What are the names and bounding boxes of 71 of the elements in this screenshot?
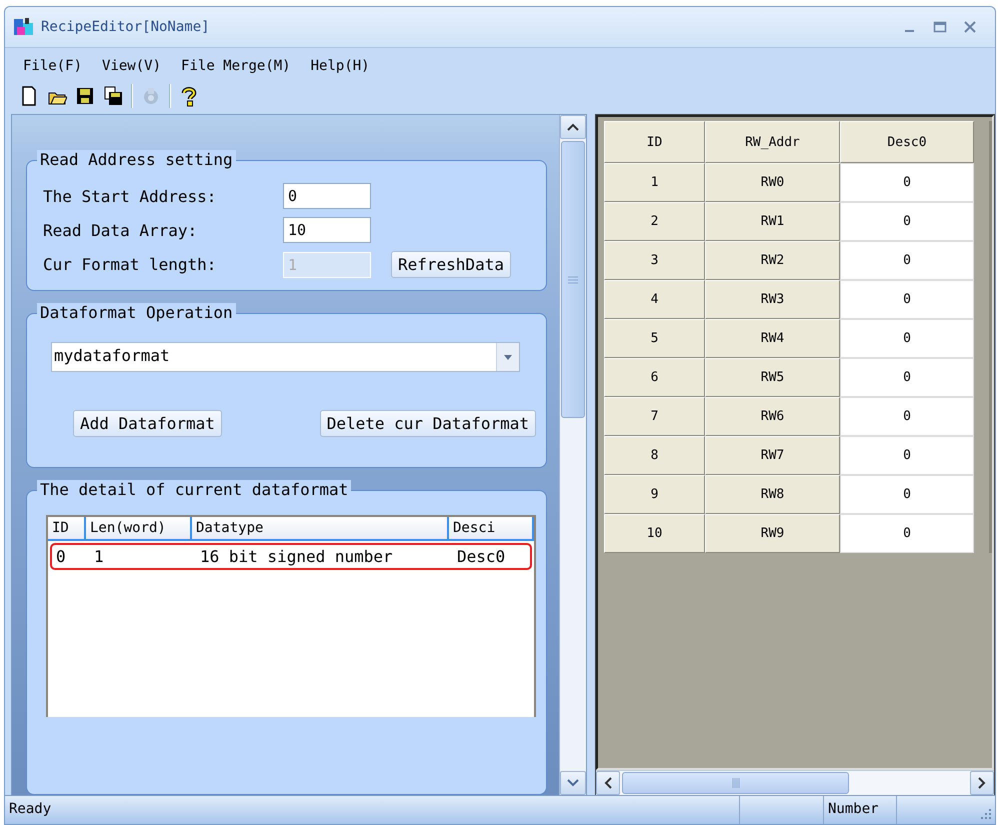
table-cell[interactable]: 0 bbox=[840, 397, 974, 436]
refresh-button[interactable]: RefreshData bbox=[391, 251, 511, 278]
table-cell: RW3 bbox=[705, 280, 840, 319]
table-cell: 8 bbox=[604, 436, 705, 475]
grip-icon bbox=[732, 778, 740, 788]
table-cell: 7 bbox=[604, 397, 705, 436]
table-cell: RW0 bbox=[705, 163, 840, 202]
field-label: The Start Address: bbox=[43, 186, 218, 206]
table-cell: RW8 bbox=[705, 475, 840, 514]
scroll-right-icon[interactable] bbox=[978, 777, 986, 789]
dropdown-arrow-icon[interactable] bbox=[504, 354, 512, 360]
table-cell[interactable]: 0 bbox=[840, 475, 974, 514]
scroll-thumb[interactable] bbox=[622, 772, 849, 794]
table-cell: RW6 bbox=[705, 397, 840, 436]
close-icon[interactable] bbox=[963, 20, 977, 34]
scroll-down-icon[interactable] bbox=[567, 779, 579, 787]
group-title: Dataformat Operation bbox=[37, 303, 236, 323]
input-field[interactable]: 0 bbox=[283, 183, 371, 209]
status-indicator: Number bbox=[823, 796, 896, 824]
menu-item[interactable]: View(V) bbox=[100, 56, 164, 76]
floppy-disks-icon[interactable] bbox=[103, 85, 123, 107]
scroll-up-icon[interactable] bbox=[567, 123, 579, 131]
dropdown[interactable]: mydataformat bbox=[51, 342, 520, 372]
table-cell: RW4 bbox=[705, 319, 840, 358]
table-cell: 2 bbox=[604, 202, 705, 241]
table-cell[interactable]: 0 bbox=[840, 436, 974, 475]
table-cell[interactable]: 0 bbox=[840, 358, 974, 397]
action-button[interactable]: Delete cur Dataformat bbox=[320, 410, 536, 437]
table-cell: RW7 bbox=[705, 436, 840, 475]
column-header[interactable]: Desci bbox=[449, 517, 534, 539]
table-cell: 6 bbox=[604, 358, 705, 397]
table-cell[interactable]: 0 bbox=[840, 163, 974, 202]
table-cell: 4 bbox=[604, 280, 705, 319]
column-header[interactable]: Datatype bbox=[192, 517, 449, 539]
scroll-left-icon[interactable] bbox=[604, 777, 612, 789]
scroll-thumb[interactable] bbox=[561, 141, 585, 418]
column-header: RW_Addr bbox=[705, 121, 840, 163]
input-field[interactable]: 10 bbox=[283, 217, 371, 243]
list-row[interactable]: 0 1 16 bit signed number Desc0 bbox=[50, 543, 532, 570]
column-header[interactable]: Len(word) bbox=[86, 517, 192, 539]
field-label: Read Data Array: bbox=[43, 220, 198, 240]
table-cell: 5 bbox=[604, 319, 705, 358]
table-cell[interactable]: 0 bbox=[840, 319, 974, 358]
column-header: Desc0 bbox=[840, 121, 974, 163]
table-cell: 9 bbox=[604, 475, 705, 514]
table-cell[interactable]: 0 bbox=[840, 280, 974, 319]
table-cell: RW9 bbox=[705, 514, 840, 553]
menu-item[interactable]: Help(H) bbox=[308, 56, 372, 76]
column-header[interactable]: ID bbox=[48, 517, 86, 539]
status-text: Ready bbox=[8, 800, 52, 819]
group-title: Read Address setting bbox=[37, 150, 236, 170]
app-icon bbox=[13, 17, 35, 37]
table-cell[interactable]: 0 bbox=[840, 514, 974, 553]
table-cell[interactable]: 0 bbox=[840, 202, 974, 241]
help-icon[interactable] bbox=[179, 85, 199, 107]
table-cell[interactable]: 0 bbox=[840, 241, 974, 280]
action-button[interactable]: Add Dataformat bbox=[73, 410, 222, 437]
window-title: RecipeEditor[NoName] bbox=[41, 19, 211, 35]
column-header: ID bbox=[604, 121, 705, 163]
table-cell: RW2 bbox=[705, 241, 840, 280]
table-cell: 3 bbox=[604, 241, 705, 280]
menu-item[interactable]: File Merge(M) bbox=[179, 56, 293, 76]
table-cell: RW5 bbox=[705, 358, 840, 397]
field-label: Cur Format length: bbox=[43, 255, 218, 274]
table-cell: RW1 bbox=[705, 202, 840, 241]
table-cell: 10 bbox=[604, 514, 705, 553]
menu-item[interactable]: File(F) bbox=[21, 56, 84, 76]
maximize-icon[interactable] bbox=[933, 20, 947, 34]
table-cell: 1 bbox=[604, 163, 705, 202]
resize-grip-icon[interactable] bbox=[979, 807, 991, 819]
grip-icon bbox=[568, 276, 578, 284]
